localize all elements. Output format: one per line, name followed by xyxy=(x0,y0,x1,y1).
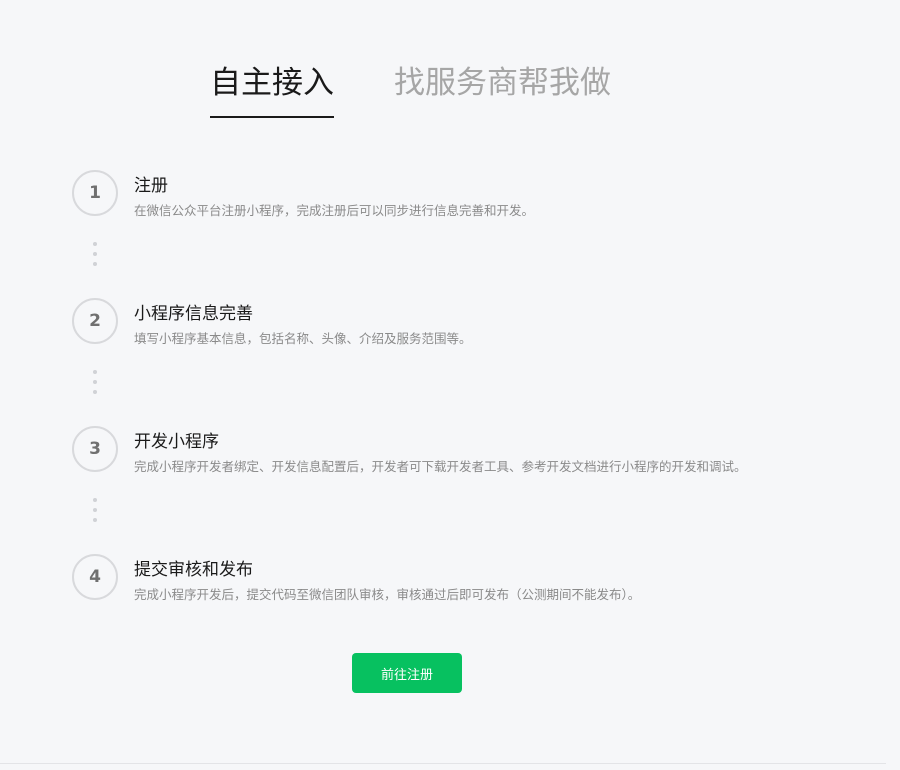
tab-service-provider[interactable]: 找服务商帮我做 xyxy=(394,62,611,118)
step-connector-dots xyxy=(93,242,97,272)
step-description: 完成小程序开发后，提交代码至微信团队审核，审核通过后即可发布（公测期间不能发布）… xyxy=(134,587,641,602)
step-title: 注册 xyxy=(134,176,168,196)
step-connector-dots xyxy=(93,370,97,400)
go-register-button[interactable]: 前往注册 xyxy=(352,653,462,693)
step-title: 开发小程序 xyxy=(134,432,219,452)
tab-self-access[interactable]: 自主接入 xyxy=(210,62,334,118)
page: 自主接入 找服务商帮我做 1 注册 在微信公众平台注册小程序，完成注册后可以同步… xyxy=(0,0,900,770)
step-number-badge: 2 xyxy=(72,298,118,344)
step-description: 在微信公众平台注册小程序，完成注册后可以同步进行信息完善和开发。 xyxy=(134,203,535,218)
step-title: 小程序信息完善 xyxy=(134,304,253,324)
step-number-badge: 1 xyxy=(72,170,118,216)
step-number-badge: 3 xyxy=(72,426,118,472)
divider xyxy=(0,763,886,764)
step-title: 提交审核和发布 xyxy=(134,560,253,580)
step-description: 填写小程序基本信息，包括名称、头像、介绍及服务范围等。 xyxy=(134,331,472,346)
step-description: 完成小程序开发者绑定、开发信息配置后，开发者可下载开发者工具、参考开发文档进行小… xyxy=(134,459,747,474)
step-number-badge: 4 xyxy=(72,554,118,600)
step-connector-dots xyxy=(93,498,97,528)
